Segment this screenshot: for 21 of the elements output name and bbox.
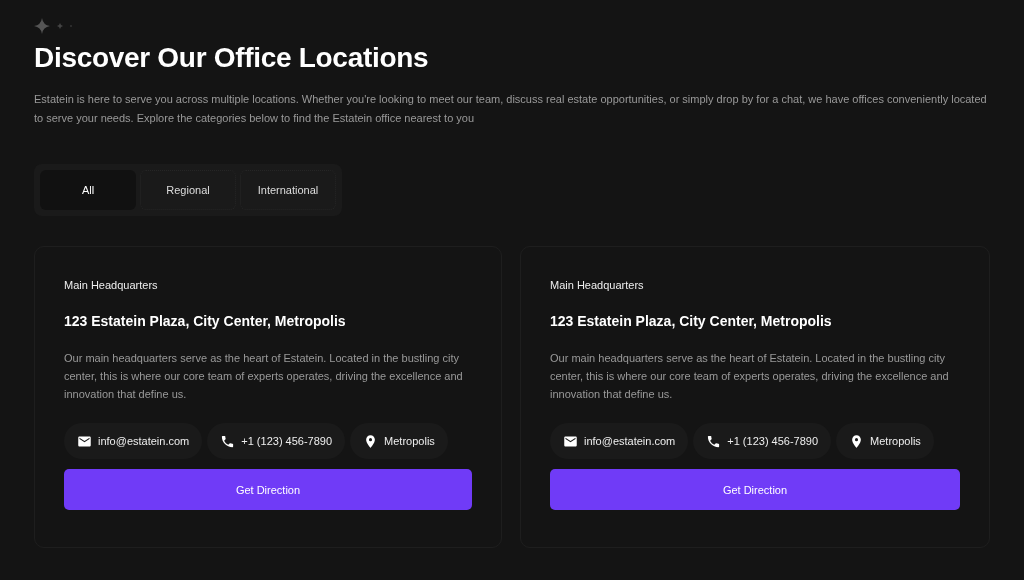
office-description: Our main headquarters serve as the heart of Estatein. Located in the bustling city center, this is where our core team of experts operates, driving the excellence and innovation that define us. (550, 351, 950, 402)
office-description: Our main headquarters serve as the heart of Estatein. Located in the bustling city center, this is where our core team of experts operates, driving the excellence and innovation that define us. (64, 351, 464, 402)
phone-icon (706, 433, 722, 449)
contact-text: info@estatein.com (98, 435, 190, 447)
phone-icon (220, 433, 236, 449)
filter-tab[interactable]: All (40, 170, 136, 210)
get-direction-button[interactable]: Get Direction (64, 469, 472, 510)
contact-text: +1 (123) 456-7890 (727, 435, 819, 447)
contact-text: Metropolis (384, 435, 435, 447)
contact-text: info@estatein.com (584, 435, 676, 447)
office-address: 123 Estatein Plaza, City Center, Metropolis (550, 313, 833, 329)
page-description: Estatein is here to serve you across multiple locations. Whether you're looking to meet our team, discuss real estate opportunities, or simply drop by for a chat, we have offices conveniently located to serve your needs. Explore the categories below to find the Estatein office nearest to you (34, 92, 988, 126)
filter-tab[interactable]: International (240, 170, 336, 210)
page-title: Discover Our Office Locations (34, 42, 430, 74)
office-category: Main Headquarters (550, 279, 645, 291)
contact-text: Metropolis (870, 435, 921, 447)
get-direction-button[interactable]: Get Direction (550, 469, 960, 510)
office-address: 123 Estatein Plaza, City Center, Metropolis (64, 313, 347, 329)
contact-text: +1 (123) 456-7890 (241, 435, 333, 447)
office-category: Main Headquarters (64, 279, 159, 291)
filter-tab[interactable]: Regional (140, 170, 236, 210)
